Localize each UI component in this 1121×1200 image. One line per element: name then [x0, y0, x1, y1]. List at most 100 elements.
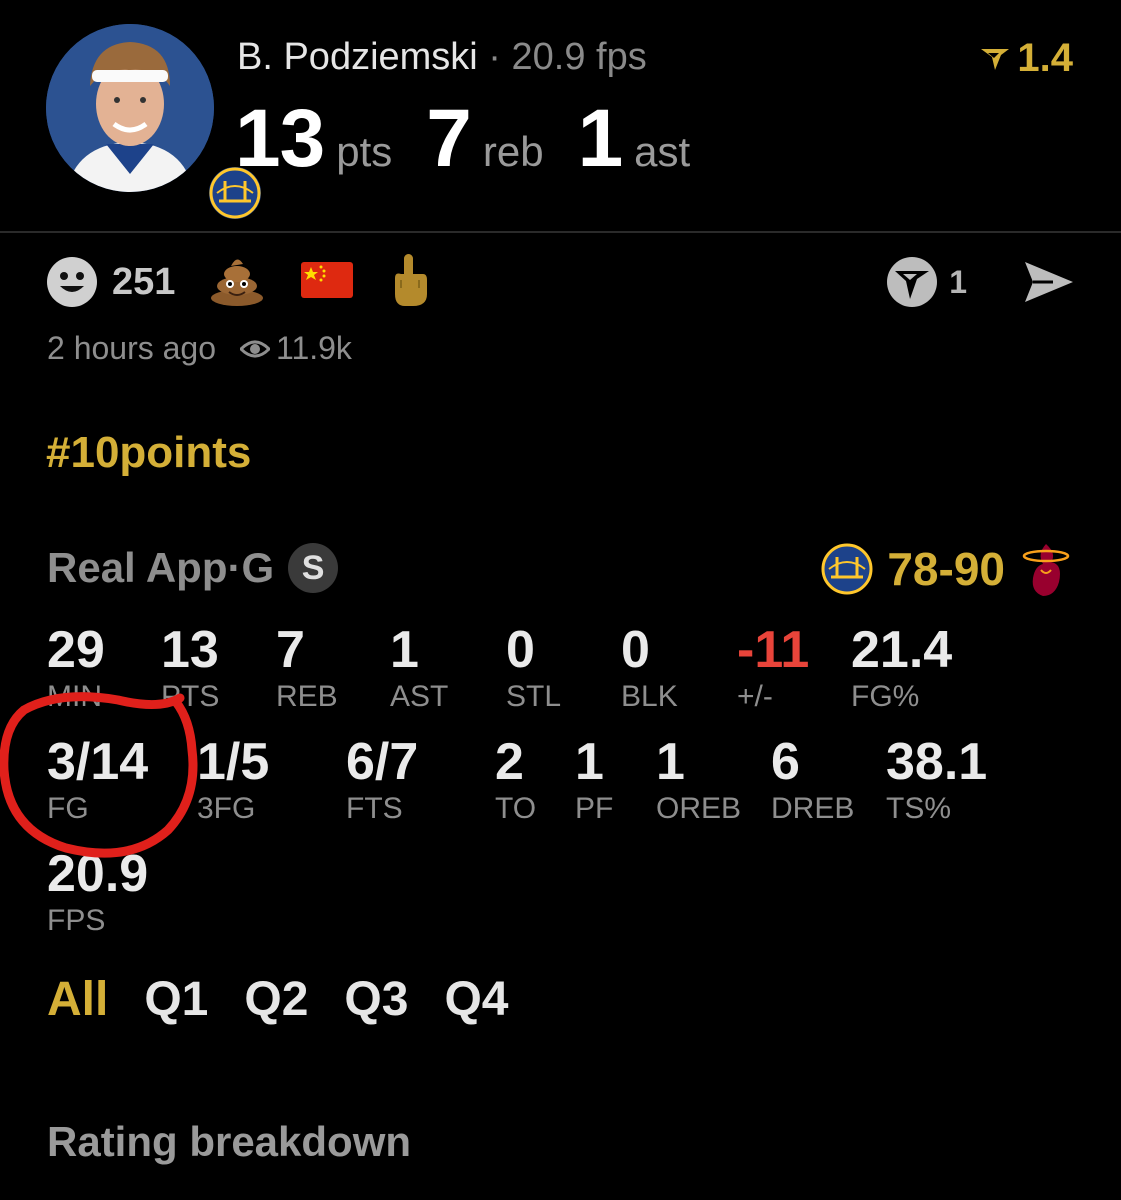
headline-pts-value: 13: [235, 93, 325, 184]
stat-label: TO: [495, 792, 537, 825]
player-title: B. Podziemski · 20.9 fps: [237, 36, 647, 79]
stat-value: -11: [737, 621, 810, 679]
headline-reb-unit: reb: [482, 128, 544, 175]
tab-q1[interactable]: Q1: [144, 972, 208, 1027]
stat-pts: 13 PTS: [161, 622, 219, 714]
quarter-tabs: All Q1 Q2 Q3 Q4: [47, 972, 544, 1027]
header-divider: [0, 231, 1121, 233]
stat-3fg: 1/5 3FG: [197, 734, 269, 826]
stat-label: 3FG: [197, 792, 256, 825]
stat-stl: 0 STL: [506, 622, 561, 714]
stat-plus-minus: -11 +/-: [737, 622, 809, 714]
stat-value: 1: [390, 621, 419, 679]
tab-q3[interactable]: Q3: [344, 972, 408, 1027]
stat-label: REB: [276, 680, 338, 713]
stat-value: 13: [161, 621, 219, 679]
stat-value: 6/7: [346, 733, 419, 791]
smile-reaction-icon[interactable]: [46, 256, 98, 308]
post-actions: 1: [885, 254, 1075, 310]
score-value: 78-90: [887, 543, 1005, 595]
stat-label: FPS: [47, 904, 106, 937]
stat-value: 20.9: [47, 845, 149, 903]
stat-value: 29: [47, 621, 105, 679]
player-photo: [46, 24, 214, 192]
stat-label: OREB: [656, 792, 742, 825]
stat-label: STL: [506, 680, 562, 713]
tab-q2[interactable]: Q2: [244, 972, 308, 1027]
stat-label: BLK: [621, 680, 678, 713]
stat-reb: 7 REB: [276, 622, 338, 714]
stat-value: 1/5: [197, 733, 270, 791]
source-name: Real App: [47, 544, 228, 591]
stat-value: 3/14: [47, 733, 149, 791]
stat-value: 6: [771, 733, 800, 791]
stat-fg: 3/14 FG: [47, 734, 148, 826]
comment-icon[interactable]: [885, 255, 939, 309]
stat-value: 1: [656, 733, 685, 791]
post-hashtag[interactable]: #10points: [46, 428, 251, 478]
game-separator: ·: [227, 544, 242, 591]
heat-logo-icon: [1022, 544, 1070, 596]
game-score[interactable]: 78-90: [821, 540, 1071, 598]
headline-stats: 13 pts 7 reb 1 ast: [235, 92, 724, 186]
post-meta: 2 hours ago 11.9k: [47, 330, 352, 367]
views-count: 11.9k: [240, 330, 352, 367]
tab-all[interactable]: All: [47, 972, 108, 1027]
stat-fps: 20.9 FPS: [47, 846, 148, 938]
smile-reaction-count: 251: [112, 260, 176, 303]
stat-ts-pct: 38.1 TS%: [886, 734, 987, 826]
stat-blk: 0 BLK: [621, 622, 678, 714]
eye-icon: [240, 340, 271, 357]
rating-value: 1.4: [1017, 36, 1073, 80]
middle-finger-icon[interactable]: [389, 252, 429, 313]
title-separator: ·: [477, 36, 512, 78]
headline-pts-unit: pts: [336, 128, 393, 175]
avatar[interactable]: [46, 24, 264, 222]
reactions-row: 251: [46, 252, 465, 313]
real-logo-icon: [981, 48, 1010, 70]
stat-value: 0: [621, 621, 650, 679]
player-fps: 20.9 fps: [511, 36, 647, 78]
poop-emoji-icon[interactable]: [209, 254, 265, 311]
stat-label: PTS: [161, 680, 220, 713]
headline-reb-value: 7: [426, 93, 472, 184]
stat-label: FTS: [346, 792, 403, 825]
rating-badge[interactable]: 1.4: [979, 36, 1073, 81]
stat-value: 2: [495, 733, 524, 791]
stat-pf: 1 PF: [575, 734, 613, 826]
headline-ast-value: 1: [577, 93, 624, 184]
player-name[interactable]: B. Podziemski: [237, 36, 478, 78]
china-flag-icon[interactable]: [301, 261, 354, 303]
post-page: B. Podziemski · 20.9 fps 13 pts 7 reb 1 …: [0, 0, 1121, 1200]
stat-dreb: 6 DREB: [771, 734, 854, 826]
stat-to: 2 TO: [495, 734, 536, 826]
stat-label: PF: [575, 792, 614, 825]
stat-label: FG: [47, 792, 89, 825]
tab-q4[interactable]: Q4: [444, 972, 508, 1027]
post-time: 2 hours ago: [47, 330, 217, 366]
headline-ast-unit: ast: [634, 128, 691, 175]
rating-breakdown-title: Rating breakdown: [47, 1118, 412, 1165]
stat-fg-pct: 21.4 FG%: [851, 622, 952, 714]
player-position: G: [241, 544, 275, 591]
views-value: 11.9k: [276, 330, 352, 366]
warriors-logo-icon: [821, 543, 873, 595]
comment-count: 1: [949, 263, 967, 300]
stat-value: 7: [276, 621, 305, 679]
stat-ast: 1 AST: [390, 622, 448, 714]
stat-oreb: 1 OREB: [656, 734, 741, 826]
stat-label: DREB: [771, 792, 855, 825]
stat-label: +/-: [737, 680, 773, 713]
stat-label: TS%: [886, 792, 952, 825]
send-icon[interactable]: [1023, 260, 1075, 304]
stat-value: 1: [575, 733, 604, 791]
stat-label: MIN: [47, 680, 102, 713]
stat-fts: 6/7 FTS: [346, 734, 418, 826]
stat-label: FG%: [851, 680, 920, 713]
stat-label: AST: [390, 680, 449, 713]
stat-value: 21.4: [851, 621, 953, 679]
starter-badge: S: [288, 543, 339, 593]
stat-value: 0: [506, 621, 535, 679]
stat-min: 29 MIN: [47, 622, 105, 714]
stat-value: 38.1: [886, 733, 988, 791]
